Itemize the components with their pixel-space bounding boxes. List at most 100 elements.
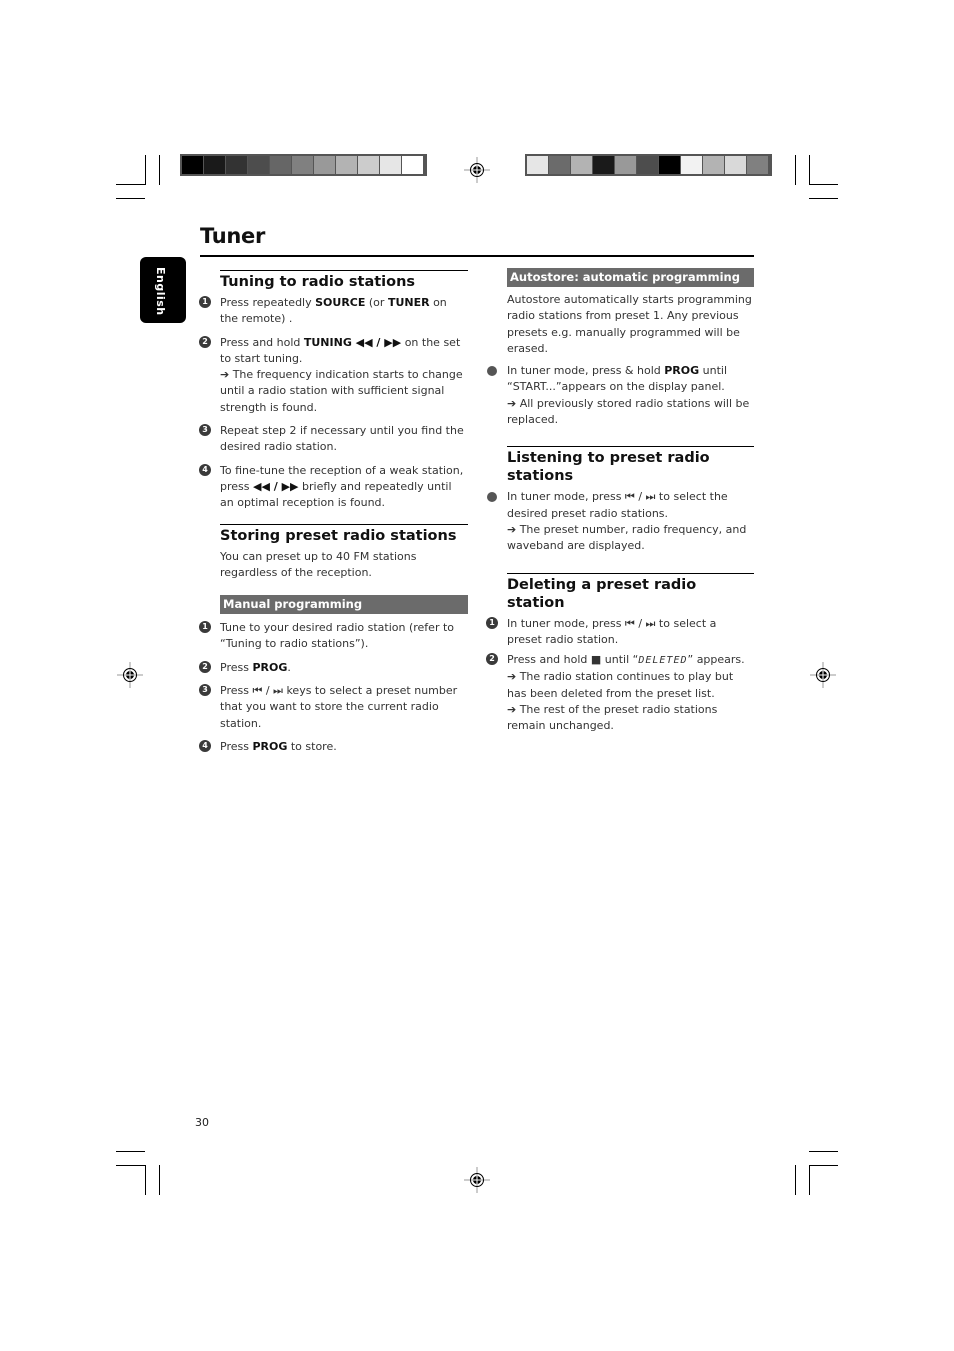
- key-label: ◀◀ / ▶▶: [253, 479, 299, 493]
- step-number-icon: 4: [199, 739, 211, 752]
- section-storing: Storing preset radio stations You can pr…: [199, 523, 468, 756]
- step-text: .: [287, 660, 291, 674]
- section-rule: [220, 523, 468, 525]
- key-label: PROG: [664, 364, 700, 378]
- color-swatch: [314, 156, 335, 174]
- step-number-icon: 2: [199, 660, 211, 673]
- crop-mark: [145, 155, 146, 185]
- autostore-bullets: In tuner mode, press & hold PROG until “…: [487, 363, 754, 428]
- color-swatch: [681, 156, 702, 174]
- registration-target-icon: [117, 662, 143, 688]
- crop-mark: [116, 184, 145, 185]
- step-text: ➔ The rest of the preset radio stations …: [507, 703, 718, 733]
- step-number-icon: 1: [199, 621, 211, 634]
- crop-mark: [809, 1165, 810, 1195]
- color-swatch: [637, 156, 658, 174]
- crop-mark: [116, 1165, 145, 1166]
- step-text: In tuner mode, press ⏮ / ⏭ to select the…: [507, 490, 728, 520]
- step-text: Press repeatedly: [220, 296, 316, 309]
- step-number-icon: 3: [199, 424, 211, 437]
- subheading-bar: Manual programming: [220, 595, 468, 615]
- color-swatch: [615, 156, 636, 174]
- color-swatch: [593, 156, 614, 174]
- language-tab-label: English: [154, 267, 167, 316]
- right-column: Autostore: automatic programming Autosto…: [486, 268, 754, 739]
- crop-mark: [116, 198, 145, 199]
- bullet-item: In tuner mode, press & hold PROG until “…: [487, 363, 754, 428]
- color-swatch: [571, 156, 592, 174]
- step-text: ➔ All previously stored radio stations w…: [507, 396, 750, 427]
- section-autostore: Autostore: automatic programming Autosto…: [487, 268, 754, 428]
- numbered-step: 4 Press PROG to store.: [199, 739, 468, 755]
- key-label: TUNER: [387, 296, 430, 309]
- crop-mark: [795, 1165, 796, 1195]
- page-title: Tuner: [200, 224, 266, 248]
- step-text: Tune to your desired radio station (refe…: [220, 621, 455, 651]
- listening-bullets: In tuner mode, press ⏮ / ⏭ to select the…: [487, 489, 754, 554]
- registration-target-icon: [464, 1167, 490, 1193]
- step-text: ➔ The frequency indication starts to cha…: [220, 368, 463, 414]
- step-text: ➔ The preset number, radio frequency, an…: [507, 522, 747, 553]
- crop-mark: [159, 155, 160, 185]
- color-swatch: [248, 156, 269, 174]
- deleting-steps: 1 In tuner mode, press ⏮ / ⏭ to select a …: [486, 616, 754, 735]
- section-rule: [507, 446, 754, 448]
- section-intro: Autostore automatically starts programmi…: [507, 293, 752, 355]
- section-intro: You can preset up to 40 FM stations rega…: [220, 549, 417, 579]
- step-text: Press and hold ■ until “: [507, 653, 639, 667]
- step-text: Press and hold: [220, 335, 304, 349]
- color-swatch: [527, 156, 548, 174]
- key-label: PROG: [252, 660, 288, 674]
- step-text: In tuner mode, press ⏮ / ⏭ to select a p…: [507, 616, 717, 646]
- color-swatch: [549, 156, 570, 174]
- crop-mark: [809, 1165, 838, 1166]
- page-number: 30: [195, 1116, 209, 1129]
- section-heading: Tuning to radio stations: [220, 274, 416, 290]
- crop-mark: [809, 1151, 838, 1152]
- key-label: PROG: [252, 739, 288, 753]
- numbered-step: 1 In tuner mode, press ⏮ / ⏭ to select a …: [486, 616, 754, 649]
- color-swatch: [358, 156, 379, 174]
- crop-mark: [159, 1165, 160, 1195]
- registration-target-icon: [464, 157, 490, 183]
- numbered-step: 4 To fine-tune the reception of a weak st…: [199, 463, 468, 512]
- color-swatch: [380, 156, 401, 174]
- key-label: TUNING ◀◀ / ▶▶: [303, 335, 402, 349]
- color-swatch: [270, 156, 291, 174]
- section-tuning: Tuning to radio stations 1 Press repeated…: [199, 270, 468, 512]
- language-tab: English: [140, 257, 186, 323]
- crop-mark: [809, 198, 838, 199]
- numbered-step: 1 Press repeatedly SOURCE (or TUNER on th…: [199, 295, 468, 328]
- color-swatch: [336, 156, 357, 174]
- step-text: Press: [220, 660, 253, 674]
- color-calibration-strip-left: [180, 154, 427, 176]
- section-listening: Listening to preset radio stations In tu…: [487, 446, 754, 554]
- step-text: to store.: [287, 739, 337, 753]
- step-number-icon: 2: [199, 335, 211, 348]
- left-column: Tuning to radio stations 1 Press repeated…: [199, 270, 468, 762]
- color-swatch: [747, 156, 768, 174]
- color-calibration-strip-right: [525, 154, 772, 176]
- section-rule: [220, 270, 468, 271]
- color-swatch: [226, 156, 247, 174]
- crop-mark: [145, 1165, 146, 1195]
- step-number-icon: 4: [199, 463, 211, 476]
- section-heading: Listening to preset radio stations: [507, 450, 710, 485]
- display-text: DELETED: [638, 655, 688, 667]
- bullet-icon: [487, 492, 497, 503]
- subheading-bar: Autostore: automatic programming: [507, 268, 754, 287]
- step-number-icon: 3: [199, 684, 211, 697]
- crop-mark: [795, 155, 796, 185]
- title-rule: [200, 255, 754, 257]
- tuning-steps: 1 Press repeatedly SOURCE (or TUNER on th…: [199, 295, 468, 512]
- numbered-step: 3 Repeat step 2 if necessary until you fi…: [199, 423, 468, 456]
- step-text: ” appears.: [687, 653, 745, 667]
- step-text: Press ⏮ / ⏭ keys to select a preset numb…: [220, 684, 458, 730]
- color-swatch: [703, 156, 724, 174]
- numbered-step: 2 Press and hold ■ until “DELETED” appear…: [486, 652, 754, 734]
- manual-programming-steps: 1 Tune to your desired radio station (ref…: [199, 620, 468, 755]
- numbered-step: 2 Press PROG.: [199, 660, 468, 676]
- section-rule: [507, 572, 754, 574]
- crop-mark: [116, 1151, 145, 1152]
- color-swatch: [659, 156, 680, 174]
